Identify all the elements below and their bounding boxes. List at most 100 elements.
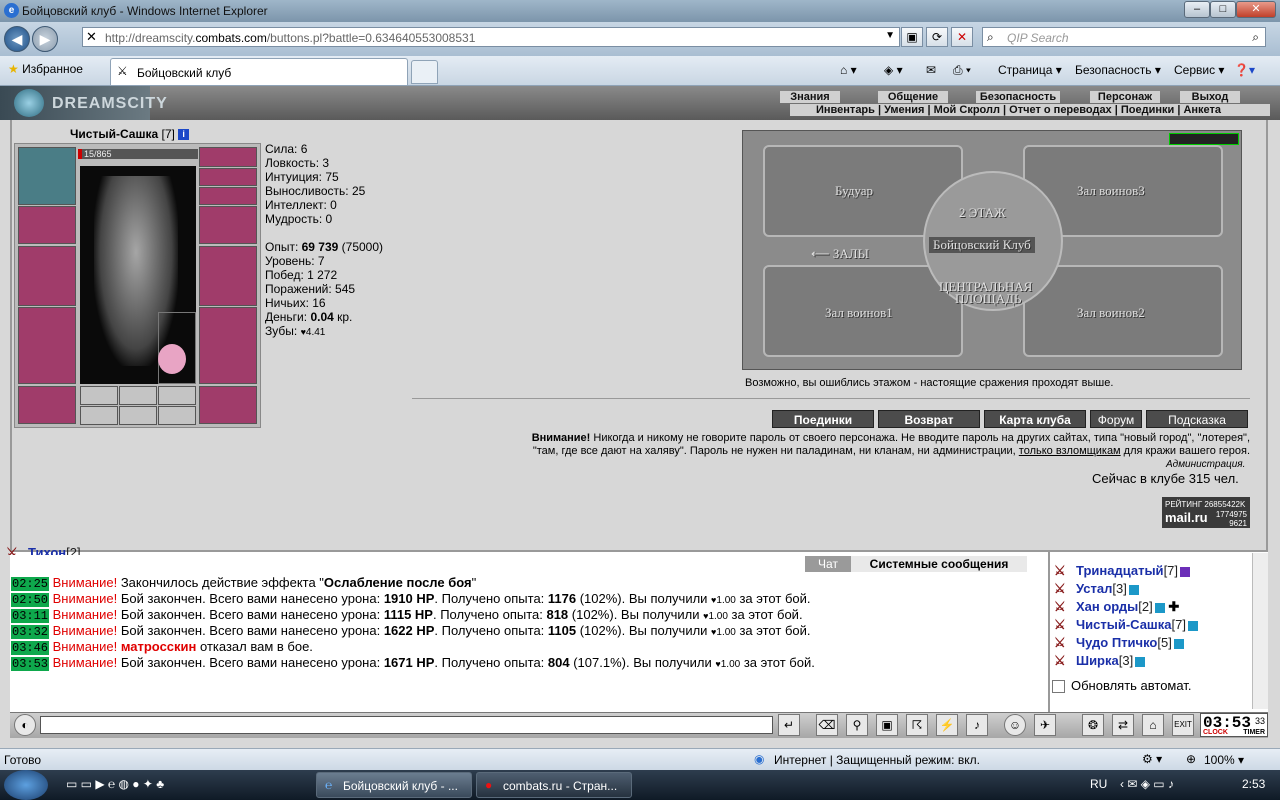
back-button[interactable]: Возврат <box>878 410 980 428</box>
info-icon[interactable] <box>1180 566 1191 577</box>
user-name[interactable]: Чистый-Сашка <box>1076 617 1172 632</box>
boots-slot[interactable] <box>199 386 257 424</box>
map-label-hall2[interactable]: Зал воинов2 <box>1077 305 1145 321</box>
armor-slot[interactable] <box>18 307 76 384</box>
info-icon[interactable] <box>1173 638 1184 649</box>
chat-player-name[interactable]: матросскин <box>121 639 197 654</box>
save-icon[interactable]: ▣ <box>876 714 898 736</box>
user-name[interactable]: Устал <box>1076 581 1112 596</box>
taskbar-opera-window[interactable]: ● combats.ru - Стран... <box>476 772 632 798</box>
menu-communication[interactable]: Общение <box>878 91 948 103</box>
menu-exit[interactable]: Выход <box>1180 91 1240 103</box>
search-icon[interactable]: ⌕ <box>1252 30 1259 45</box>
address-dropdown-icon[interactable]: ▼ <box>885 30 895 41</box>
map-label-halls[interactable]: ⟵ ЗАЛЫ <box>811 246 869 262</box>
site-logo[interactable]: DREAMSCITY <box>0 86 167 120</box>
info-icon[interactable] <box>1128 584 1139 595</box>
weapon-slot[interactable] <box>18 246 76 306</box>
smiley-icon[interactable]: ☺ <box>1004 714 1026 736</box>
minimize-button[interactable]: – <box>1184 1 1210 18</box>
earrings-slot[interactable] <box>199 168 257 186</box>
language-indicator[interactable]: RU <box>1090 777 1107 791</box>
money-bag-icon[interactable]: ❂ <box>1082 714 1104 736</box>
filter-icon[interactable]: ⚲ <box>846 714 868 736</box>
empty-slot[interactable] <box>119 406 157 425</box>
empty-slot[interactable] <box>119 386 157 405</box>
info-icon[interactable]: i <box>178 129 190 141</box>
empty-slot[interactable] <box>80 386 118 405</box>
map-label-club[interactable]: Бойцовский Клуб <box>929 237 1035 253</box>
new-tab-button[interactable] <box>411 60 438 84</box>
refresh-icon[interactable]: ⟳ <box>926 27 948 47</box>
taskbar-ie-window[interactable]: ℮ Бойцовский клуб - ... <box>316 772 472 798</box>
favorites-button[interactable]: ★ Избранное <box>8 62 83 76</box>
hint-button[interactable]: Подсказка <box>1146 410 1248 428</box>
user-name[interactable]: Ширка <box>1076 653 1119 668</box>
tab-chat[interactable]: Чат <box>805 556 851 572</box>
feeds-icon[interactable]: ◈ ▾ <box>884 63 903 77</box>
security-zone[interactable]: Интернет | Защищенный режим: вкл. <box>774 753 980 767</box>
map-label-central-2[interactable]: ПЛОЩАДЬ <box>955 291 1021 307</box>
user-name[interactable]: Тринадцатый <box>1076 563 1164 578</box>
info-icon[interactable] <box>1187 620 1198 631</box>
transfer-icon[interactable]: ⇄ <box>1112 714 1134 736</box>
menu-knowledge[interactable]: Знания <box>780 91 840 103</box>
shop-icon[interactable]: ⌂ <box>1142 714 1164 736</box>
warning-link[interactable]: только взломщикам <box>1019 445 1121 457</box>
system-clock[interactable]: 2:53 <box>1242 777 1265 791</box>
rings-slot[interactable] <box>199 187 257 205</box>
help-icon[interactable]: ❓▾ <box>1234 63 1255 77</box>
protected-mode-icon[interactable]: ⚙ ▾ <box>1142 752 1162 766</box>
mailru-rating-widget[interactable]: РЕЙТИНГ 26855422K mail.ru 1774975 9621 <box>1162 497 1250 528</box>
zoom-control[interactable]: 100% ▾ <box>1204 753 1244 767</box>
user-item[interactable]: ⚔ Чудо Птичко[5] <box>1054 635 1184 651</box>
helmet-slot[interactable] <box>18 147 76 205</box>
club-map-button[interactable]: Карта клуба <box>984 410 1086 428</box>
map-label-hall1[interactable]: Зал воинов1 <box>825 305 893 321</box>
back-icon[interactable]: ◀ <box>4 26 30 52</box>
empty-slot[interactable] <box>158 386 196 405</box>
empty-slot[interactable] <box>80 406 118 425</box>
menu-security[interactable]: Безопасность <box>976 91 1060 103</box>
user-item[interactable]: ⚔ Хан орды[2] ✚ <box>1054 599 1179 615</box>
service-menu[interactable]: Сервис ▾ <box>1174 63 1224 77</box>
legs-slot[interactable] <box>199 307 257 384</box>
empty-slot[interactable] <box>158 406 196 425</box>
mail-icon[interactable]: ✉ <box>926 63 936 77</box>
security-menu[interactable]: Безопасность ▾ <box>1075 63 1161 77</box>
compat-view-icon[interactable]: ▣ <box>901 27 923 47</box>
page-menu[interactable]: Страница ▾ <box>998 63 1062 77</box>
user-name[interactable]: Тихон <box>28 545 66 555</box>
tab-system-messages[interactable]: Системные сообщения <box>851 556 1027 572</box>
close-window-button[interactable]: ✕ <box>1236 1 1276 18</box>
home-icon[interactable]: ⌂ ▾ <box>840 63 857 77</box>
fights-button[interactable]: Поединки <box>772 410 874 428</box>
search-input[interactable]: ⌕ QIP Search ⌕ <box>982 27 1266 47</box>
user-item[interactable]: ⚔ Тринадцатый[7] <box>1054 563 1191 579</box>
user-name[interactable]: Хан орды <box>1076 599 1138 614</box>
fight-icon[interactable]: ☈ <box>906 714 928 736</box>
map-label-boudoir[interactable]: Будуар <box>835 183 873 199</box>
speed-icon[interactable]: ✈ <box>1034 714 1056 736</box>
print-icon[interactable]: ⎙ ▾ <box>953 63 971 78</box>
timer-label[interactable]: TIMER <box>1243 729 1265 736</box>
start-button[interactable] <box>4 770 48 800</box>
auto-update-checkbox[interactable] <box>1052 680 1065 694</box>
tab-active[interactable]: ⚔ Бойцовский клуб <box>110 58 408 85</box>
belt-slot[interactable] <box>18 386 76 424</box>
gloves-slot[interactable] <box>199 206 257 244</box>
auto-update-toggle[interactable]: Обновлять автомат. <box>1052 678 1191 694</box>
users-scrollbar[interactable] <box>1252 553 1268 709</box>
info-icon[interactable] <box>1135 656 1146 667</box>
maximize-button[interactable]: □ <box>1210 1 1236 18</box>
shield-slot[interactable] <box>199 246 257 306</box>
chat-mode-icon[interactable]: ◐ <box>14 714 36 736</box>
exit-icon[interactable]: EXIT <box>1172 714 1194 736</box>
menu-character[interactable]: Персонаж <box>1090 91 1160 103</box>
map-label-hall3[interactable]: Зал воинов3 <box>1077 183 1145 199</box>
chat-input[interactable] <box>40 716 773 734</box>
user-item[interactable]: ⚔ Ширка[3] <box>1054 653 1146 669</box>
stats-icon[interactable]: ⚡ <box>936 714 958 736</box>
clock-label[interactable]: CLOCK <box>1203 729 1228 736</box>
info-icon[interactable] <box>1154 602 1165 613</box>
